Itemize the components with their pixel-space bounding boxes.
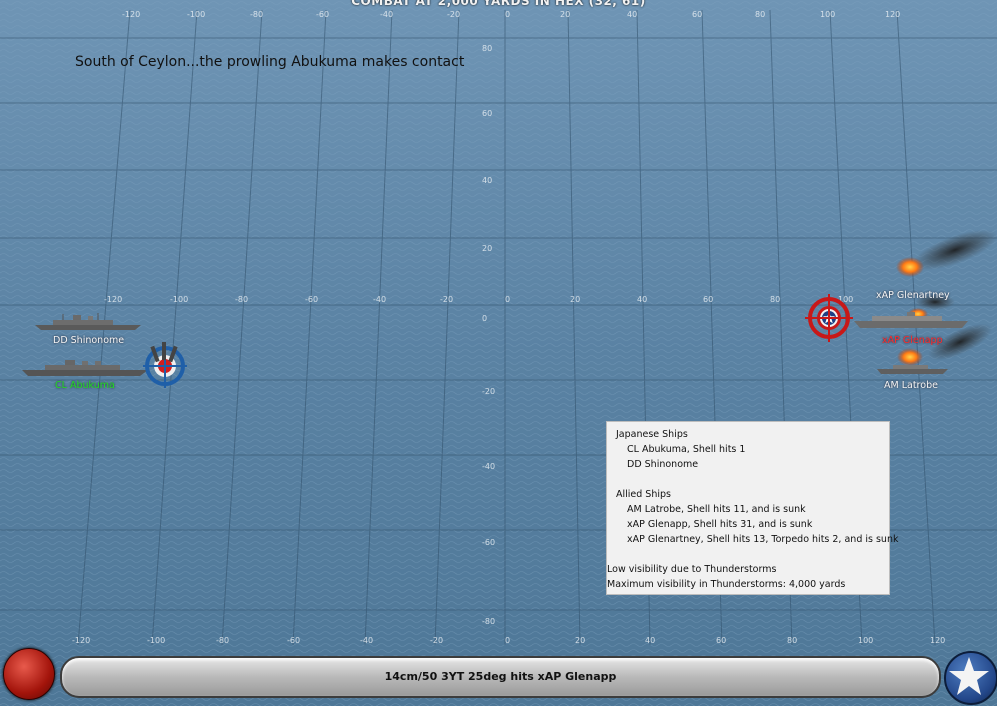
y-tick: 20 [482,244,493,253]
x-tick-top: -20 [447,10,461,19]
x-tick-bottom: 40 [645,636,656,645]
y-tick: -40 [482,462,496,471]
x-tick-bottom: 0 [505,636,511,645]
x-tick-top: -100 [187,10,206,19]
x-tick-top: 120 [885,10,901,19]
allied-target-marker [805,294,853,342]
japanese-target-marker [143,342,187,388]
x-tick-mid: -40 [373,295,387,304]
report-line: AM Latrobe, Shell hits 11, and is sunk [627,504,806,515]
x-tick-mid: 80 [770,295,781,304]
weather-line: Low visibility due to Thunderstorms [607,564,777,575]
ship-dd-shinonome[interactable] [33,312,143,332]
ship-label-cl-abukuma: CL Abukuma [55,380,115,391]
y-tick: -60 [482,538,496,547]
x-tick-bottom: -60 [287,636,301,645]
x-tick-bottom: 20 [575,636,586,645]
visibility-line: Maximum visibility in Thunderstorms: 4,0… [607,579,846,590]
x-tick-bottom: -120 [72,636,91,645]
x-tick-top: 20 [560,10,571,19]
end-combat-button[interactable] [3,648,55,700]
y-tick: 40 [482,176,493,185]
ship-xap-glenartney[interactable] [852,312,970,330]
ship-label-dd-shinonome: DD Shinonome [53,335,125,346]
x-tick-mid: -100 [170,295,189,304]
combat-message: 14cm/50 3YT 25deg hits xAP Glenapp [384,670,617,683]
report-line: DD Shinonome [627,459,699,470]
x-tick-top: 40 [627,10,638,19]
japanese-ships-header: Japanese Ships [616,429,688,440]
report-line: xAP Glenartney, Shell hits 13, Torpedo h… [627,534,899,545]
x-tick-top: -40 [380,10,394,19]
x-tick-mid: 40 [637,295,648,304]
x-tick-top: 60 [692,10,703,19]
x-tick-bottom: 120 [930,636,946,645]
y-tick: 60 [482,109,493,118]
x-tick-mid: 20 [570,295,581,304]
combat-header: COMBAT AT 2,000 YARDS IN HEX (32, 61) [351,0,646,8]
combat-report-panel: Japanese Ships CL Abukuma, Shell hits 1 … [606,421,898,595]
x-tick-bottom: 60 [716,636,727,645]
y-tick: -80 [482,617,496,626]
y-tick: 80 [482,44,493,53]
star-icon [949,657,989,695]
allied-ships-header: Allied Ships [616,489,671,500]
x-tick-bottom: 100 [858,636,874,645]
x-tick-top: -120 [122,10,141,19]
ship-am-latrobe[interactable] [875,362,950,376]
report-line: xAP Glenapp, Shell hits 31, and is sunk [627,519,813,530]
ship-label-am-latrobe: AM Latrobe [884,380,938,391]
combat-message-bar: 14cm/50 3YT 25deg hits xAP Glenapp [60,656,941,698]
battle-caption: South of Ceylon...the prowling Abukuma m… [75,54,465,70]
x-tick-top: -80 [250,10,264,19]
x-tick-mid: -120 [104,295,123,304]
x-tick-mid: -80 [235,295,249,304]
x-tick-top: 0 [505,10,511,19]
ship-label-xap-glenartney: xAP Glenartney [876,290,950,301]
x-tick-mid: -60 [305,295,319,304]
x-tick-mid: -20 [440,295,454,304]
x-tick-bottom: -80 [216,636,230,645]
y-tick: 0 [482,314,488,323]
x-tick-bottom: -40 [360,636,374,645]
x-tick-mid: 60 [703,295,714,304]
x-tick-mid: 0 [505,295,511,304]
x-tick-top: -60 [316,10,330,19]
x-tick-bottom: -20 [430,636,444,645]
report-line: CL Abukuma, Shell hits 1 [627,444,746,455]
x-tick-top: 80 [755,10,766,19]
ship-cl-abukuma[interactable] [20,358,150,378]
ship-label-xap-glenapp: xAP Glenapp [882,335,943,346]
allied-star-button[interactable] [944,651,997,705]
y-tick: -20 [482,387,496,396]
x-tick-top: 100 [820,10,836,19]
x-tick-bottom: -100 [147,636,166,645]
x-tick-bottom: 80 [787,636,798,645]
